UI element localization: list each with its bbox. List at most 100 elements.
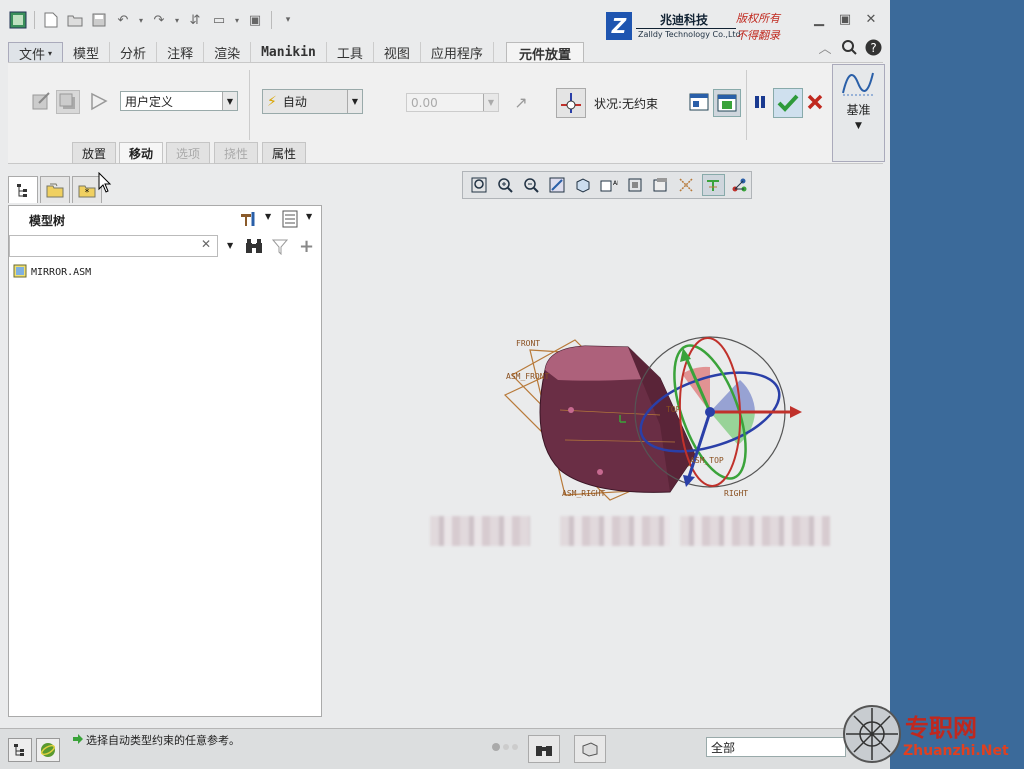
close-button[interactable]: ✕: [860, 10, 882, 28]
refit-icon[interactable]: [467, 174, 490, 196]
constraint-edit-icon[interactable]: [30, 90, 52, 112]
view-manager-icon[interactable]: AB: [597, 174, 620, 196]
close-window-icon[interactable]: ▣: [245, 10, 265, 30]
zoom-in-icon[interactable]: [493, 174, 516, 196]
folder-browser-tab-icon[interactable]: [40, 176, 70, 203]
view-toolbar: AB: [462, 171, 752, 199]
separator: [271, 11, 272, 29]
constraint-set-dropdown[interactable]: 用户定义 ▼: [120, 91, 238, 111]
pause-icon[interactable]: [749, 91, 771, 113]
show-3d-dragger-icon[interactable]: [556, 88, 586, 118]
zoom-out-icon[interactable]: [519, 174, 542, 196]
tree-search-input[interactable]: [9, 235, 218, 257]
search-icon[interactable]: [838, 38, 860, 56]
datum-label-asm-right: ASM_RIGHT: [562, 489, 606, 498]
tab-applications[interactable]: 应用程序: [421, 42, 494, 62]
show-list-icon[interactable]: [282, 210, 298, 231]
datum-label-asm-front: ASM_FRONT: [506, 372, 550, 381]
watermark-line2: 不得翻录: [736, 29, 780, 42]
minimize-button[interactable]: ▁: [808, 10, 830, 28]
datum-display-filter-icon[interactable]: [676, 174, 699, 196]
annotation-display-icon[interactable]: [701, 174, 725, 196]
save-icon[interactable]: [89, 10, 109, 30]
blurred-text: [560, 516, 670, 546]
accept-button[interactable]: [773, 88, 803, 118]
tree-item[interactable]: MIRROR.ASM: [13, 264, 91, 281]
tab-view[interactable]: 视图: [374, 42, 421, 62]
new-file-icon[interactable]: [41, 10, 61, 30]
tree-settings-icon[interactable]: [239, 210, 261, 231]
company-name-cn: 兆迪科技: [660, 13, 709, 27]
tab-annotate[interactable]: 注释: [157, 42, 205, 62]
quick-access-toolbar: ↶ ▾ ↷ ▾ ⇵ ▭ ▾ ▣ ▾: [8, 6, 608, 34]
blurred-text: [430, 516, 530, 546]
model-tree-title: 模型树: [29, 214, 66, 228]
app-icon[interactable]: [8, 10, 28, 30]
tab-model[interactable]: 模型: [63, 42, 111, 62]
navigator-tabs: *: [8, 176, 104, 204]
assembly-window-icon[interactable]: [713, 89, 741, 117]
model-tree-tab-icon[interactable]: [8, 176, 38, 203]
status-message: 选择自动类型约束的任意参考。: [86, 734, 240, 747]
filter-icon[interactable]: [271, 239, 289, 258]
blurred-text: [680, 516, 830, 546]
model-viewport[interactable]: FRONT ASM_FRONT TOP ASM_TOP ASM_RIGHT RI…: [500, 330, 810, 505]
saved-orientations-icon[interactable]: [571, 174, 594, 196]
tab-analysis[interactable]: 分析: [110, 42, 158, 62]
clear-search-icon[interactable]: ✕: [201, 237, 211, 251]
regenerate-icon[interactable]: ⇵: [185, 10, 205, 30]
chevron-down-icon[interactable]: ▼: [306, 212, 312, 221]
datum-label-asm-top: ASM_TOP: [690, 456, 724, 465]
subtab-properties[interactable]: 属性: [262, 142, 307, 164]
subtab-placement[interactable]: 放置: [72, 142, 117, 164]
tab-tools[interactable]: 工具: [327, 42, 374, 62]
cancel-button[interactable]: [804, 91, 826, 113]
model-tree-panel: 模型树 ▼ ▼ ✕ ▼ + MIRROR.ASM: [8, 205, 322, 717]
help-icon[interactable]: ?: [862, 38, 884, 56]
datum-button[interactable]: 基准 ▼: [832, 64, 885, 162]
undo-icon[interactable]: ↶: [113, 10, 133, 30]
datum-curve-icon: [841, 69, 875, 100]
svg-text:?: ?: [870, 41, 876, 55]
mouse-cursor: [98, 171, 112, 197]
open-folder-icon[interactable]: [65, 10, 85, 30]
select-box-icon[interactable]: [574, 735, 606, 763]
add-icon[interactable]: +: [299, 236, 314, 257]
offset-value-input[interactable]: 0.00 ▼: [406, 93, 499, 112]
tab-manikin[interactable]: Manikin: [251, 42, 327, 62]
watermark-line1: 版权所有: [736, 12, 780, 25]
chevron-down-icon[interactable]: ▼: [227, 241, 233, 250]
repaint-icon[interactable]: [545, 174, 568, 196]
redo-dropdown-icon[interactable]: ▾: [173, 10, 181, 30]
selection-filter-dropdown[interactable]: 全部: [706, 737, 846, 757]
tab-render[interactable]: 渲染: [204, 42, 252, 62]
svg-text:AB: AB: [613, 180, 618, 187]
chevron-down-icon: ▼: [855, 121, 862, 131]
perspective-view-icon[interactable]: [624, 174, 647, 196]
chevron-down-icon[interactable]: ▼: [265, 212, 271, 221]
maximize-button[interactable]: ▣: [834, 10, 856, 28]
redo-icon[interactable]: ↷: [149, 10, 169, 30]
flip-offset-icon[interactable]: ↗: [510, 91, 532, 113]
tab-component-placement[interactable]: 元件放置: [505, 42, 584, 63]
minimize-ribbon-icon[interactable]: ︿: [814, 38, 836, 57]
flip-constraint-icon[interactable]: [88, 90, 110, 112]
find-binoculars-icon[interactable]: [528, 735, 560, 763]
windows-icon[interactable]: ▭: [209, 10, 229, 30]
auto-constraint-dropdown[interactable]: ⚡ 自动 ▼: [262, 89, 363, 114]
windows-dropdown-icon[interactable]: ▾: [233, 10, 241, 30]
datum-label-front: FRONT: [516, 339, 540, 348]
point-marker: [568, 407, 574, 413]
datum-label-top: TOP: [666, 405, 681, 414]
subtab-move[interactable]: 移动: [119, 142, 164, 164]
undo-dropdown-icon[interactable]: ▾: [137, 10, 145, 30]
component-interface-icon[interactable]: [56, 90, 80, 114]
spin-center-icon[interactable]: [728, 174, 751, 196]
model-tree-toggle-icon[interactable]: [8, 738, 32, 762]
binoculars-icon[interactable]: [245, 238, 263, 257]
browser-toggle-icon[interactable]: [36, 738, 60, 762]
customize-toolbar-icon[interactable]: ▾: [278, 10, 298, 30]
separate-window-icon[interactable]: [688, 91, 710, 113]
tab-file[interactable]: 文件 ▾: [8, 42, 64, 64]
display-style-icon[interactable]: [650, 174, 673, 196]
